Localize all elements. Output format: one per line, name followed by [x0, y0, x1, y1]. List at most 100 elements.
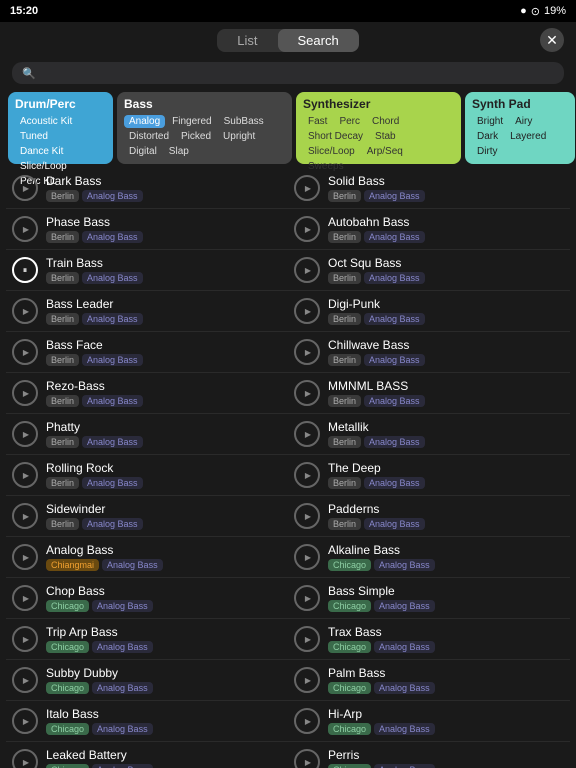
play-button[interactable]: ▶	[12, 708, 38, 734]
play-button[interactable]: ▶	[12, 216, 38, 242]
sound-item[interactable]: ▶ Phatty Berlin Analog Bass	[6, 414, 288, 455]
sound-item[interactable]: ▶ Dark Bass Berlin Analog Bass	[6, 168, 288, 209]
list-tab[interactable]: List	[217, 29, 277, 52]
synth-tag-sliceloop[interactable]: Slice/Loop	[303, 145, 360, 158]
bass-tag-distorted[interactable]: Distorted	[124, 130, 174, 143]
play-button[interactable]: ▶	[294, 626, 320, 652]
sound-item[interactable]: ▶ Analog Bass Chiangmai Analog Bass	[6, 537, 288, 578]
sound-item[interactable]: ▶ MMNML BASS Berlin Analog Bass	[288, 373, 570, 414]
sound-item[interactable]: ▶ Oct Squ Bass Berlin Analog Bass	[288, 250, 570, 291]
category-synth[interactable]: Synthesizer Fast Perc Chord Short Decay …	[296, 92, 461, 164]
bass-tag-analog[interactable]: Analog	[124, 115, 165, 128]
sound-item[interactable]: ▶ Autobahn Bass Berlin Analog Bass	[288, 209, 570, 250]
drum-tag-tuned[interactable]: Tuned	[15, 130, 53, 143]
bass-tag-slap[interactable]: Slap	[164, 145, 194, 158]
play-icon: ▶	[305, 717, 311, 726]
category-drum[interactable]: Drum/Perc Acoustic Kit Tuned Dance Kit S…	[8, 92, 113, 164]
play-button[interactable]: ▶	[294, 298, 320, 324]
sound-item[interactable]: ▶ Digi-Punk Berlin Analog Bass	[288, 291, 570, 332]
play-button[interactable]: ▶	[294, 503, 320, 529]
play-button[interactable]: ▶	[294, 257, 320, 283]
sound-item[interactable]: ▶ Perris Chicago Analog Bass	[288, 742, 570, 768]
sound-item[interactable]: ▶ Rolling Rock Berlin Analog Bass	[6, 455, 288, 496]
synth-tag-chord[interactable]: Chord	[367, 115, 404, 128]
category-bass[interactable]: Bass Analog Fingered SubBass Distorted P…	[117, 92, 292, 164]
synthpad-tag-bright[interactable]: Bright	[472, 115, 508, 128]
synth-tag-stab[interactable]: Stab	[370, 130, 401, 143]
sound-item[interactable]: ▶ Padderns Berlin Analog Bass	[288, 496, 570, 537]
play-button[interactable]: ▶	[12, 749, 38, 768]
play-button[interactable]: ▶	[294, 462, 320, 488]
sound-item[interactable]: ▶ Solid Bass Berlin Analog Bass	[288, 168, 570, 209]
sound-item[interactable]: ▶ Bass Face Berlin Analog Bass	[6, 332, 288, 373]
play-button[interactable]: ▶	[294, 749, 320, 768]
play-button[interactable]: ▶	[294, 216, 320, 242]
sound-grid: ▶ Dark Bass Berlin Analog Bass ▶ Solid B…	[6, 168, 570, 768]
drum-tag-dance[interactable]: Dance Kit	[15, 145, 68, 158]
search-tab[interactable]: Search	[278, 29, 359, 52]
play-button[interactable]: ▶	[294, 708, 320, 734]
bass-tag-picked[interactable]: Picked	[176, 130, 216, 143]
play-button[interactable]: ▶	[12, 175, 38, 201]
close-button[interactable]: ✕	[540, 28, 564, 52]
play-button[interactable]: ▶	[12, 626, 38, 652]
sound-name: Subby Dubby	[46, 666, 153, 680]
play-button[interactable]: ▶	[12, 421, 38, 447]
synth-tag-fast[interactable]: Fast	[303, 115, 332, 128]
play-button[interactable]: ▶	[12, 544, 38, 570]
play-button[interactable]: ▶	[12, 503, 38, 529]
bass-tag-fingered[interactable]: Fingered	[167, 115, 216, 128]
category-synthpad[interactable]: Synth Pad Bright Airy Dark Layered Dirty	[465, 92, 575, 164]
play-icon: ▶	[23, 184, 29, 193]
sound-item[interactable]: ▶ Trax Bass Chicago Analog Bass	[288, 619, 570, 660]
synthpad-tag-airy[interactable]: Airy	[510, 115, 537, 128]
synthpad-tag-layered[interactable]: Layered	[505, 130, 551, 143]
sound-item[interactable]: ▶ Palm Bass Chicago Analog Bass	[288, 660, 570, 701]
synth-tag-arpseq[interactable]: Arp/Seq	[362, 145, 408, 158]
play-button[interactable]: ▶	[12, 380, 38, 406]
play-button[interactable]: ▶	[294, 544, 320, 570]
synthpad-tag-dirty[interactable]: Dirty	[472, 145, 503, 158]
sound-item[interactable]: ▶ Hi-Arp Chicago Analog Bass	[288, 701, 570, 742]
sound-name: Sidewinder	[46, 502, 143, 516]
play-button[interactable]: ▶	[294, 421, 320, 447]
sound-item[interactable]: ▶ Chop Bass Chicago Analog Bass	[6, 578, 288, 619]
play-button[interactable]: ▶	[12, 667, 38, 693]
play-button[interactable]: ▶	[12, 339, 38, 365]
play-button[interactable]: ▶	[12, 585, 38, 611]
sound-tags: Chicago Analog Bass	[328, 559, 435, 571]
play-button[interactable]: ▶	[294, 175, 320, 201]
play-button[interactable]: ▶	[294, 585, 320, 611]
sound-name: MMNML BASS	[328, 379, 425, 393]
sound-item[interactable]: ▶ Sidewinder Berlin Analog Bass	[6, 496, 288, 537]
sound-item[interactable]: ▶ Metallik Berlin Analog Bass	[288, 414, 570, 455]
bass-tag-upright[interactable]: Upright	[218, 130, 260, 143]
sound-item[interactable]: ▶ Bass Leader Berlin Analog Bass	[6, 291, 288, 332]
play-button[interactable]: ▶	[294, 667, 320, 693]
play-button[interactable]: ▶	[294, 339, 320, 365]
synth-tag-perc[interactable]: Perc	[334, 115, 365, 128]
sound-item[interactable]: ▶ Rezo-Bass Berlin Analog Bass	[6, 373, 288, 414]
sound-item[interactable]: ▶ Leaked Battery Chicago Analog Bass	[6, 742, 288, 768]
sound-item[interactable]: ▶ Bass Simple Chicago Analog Bass	[288, 578, 570, 619]
sound-tags: Berlin Analog Bass	[46, 272, 143, 284]
play-button[interactable]: ▶	[12, 298, 38, 324]
search-input[interactable]	[42, 66, 554, 80]
sound-item[interactable]: ▶ Phase Bass Berlin Analog Bass	[6, 209, 288, 250]
bass-tag-subbass[interactable]: SubBass	[219, 115, 269, 128]
sound-item[interactable]: ▶ Italo Bass Chicago Analog Bass	[6, 701, 288, 742]
sound-item[interactable]: ▶ Chillwave Bass Berlin Analog Bass	[288, 332, 570, 373]
sound-item[interactable]: ▶ Subby Dubby Chicago Analog Bass	[6, 660, 288, 701]
bass-tag-digital[interactable]: Digital	[124, 145, 162, 158]
synth-tag-shortdecay[interactable]: Short Decay	[303, 130, 368, 143]
synthpad-tag-dark[interactable]: Dark	[472, 130, 503, 143]
play-button[interactable]: ▶	[12, 462, 38, 488]
pause-button[interactable]: ⏸	[12, 257, 38, 283]
sound-item[interactable]: ▶ Alkaline Bass Chicago Analog Bass	[288, 537, 570, 578]
sound-item[interactable]: ▶ The Deep Berlin Analog Bass	[288, 455, 570, 496]
search-icon: 🔍	[22, 67, 36, 80]
play-button[interactable]: ▶	[294, 380, 320, 406]
drum-tag-acoustic[interactable]: Acoustic Kit	[15, 115, 77, 128]
sound-item[interactable]: ▶ Trip Arp Bass Chicago Analog Bass	[6, 619, 288, 660]
sound-item[interactable]: ⏸ Train Bass Berlin Analog Bass	[6, 250, 288, 291]
